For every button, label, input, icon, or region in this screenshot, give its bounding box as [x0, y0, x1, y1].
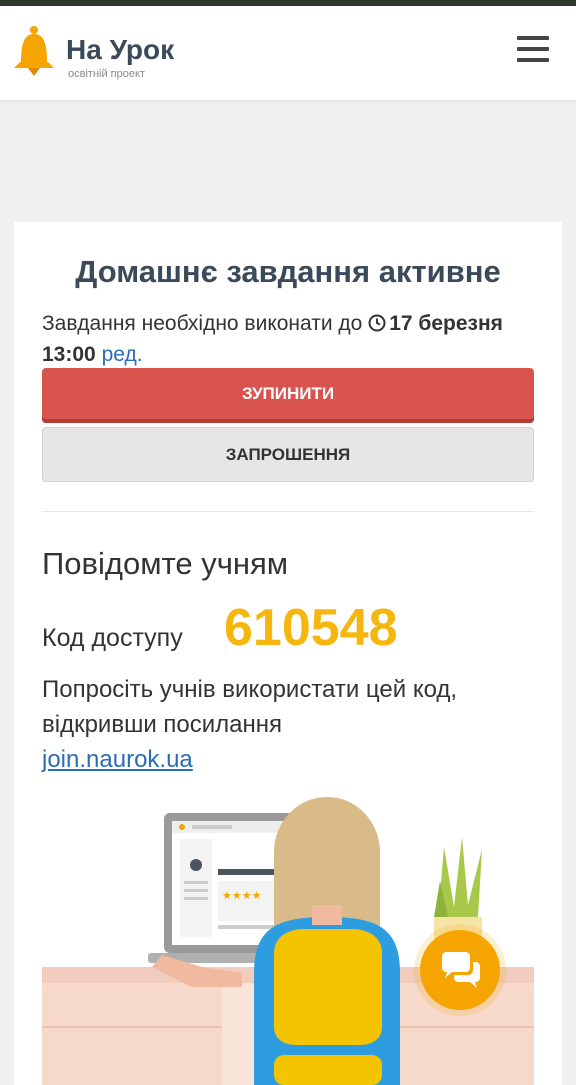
bell-logo-icon: [14, 26, 54, 76]
join-link[interactable]: join.naurok.ua: [42, 744, 193, 776]
deadline-date: 17 березня: [389, 312, 503, 335]
deadline-prefix: Завдання необхідно виконати до: [42, 312, 363, 335]
homework-status-title: Домашнє завдання активне: [75, 254, 501, 289]
site-subtitle: освітній проект: [68, 68, 145, 80]
edit-deadline-link[interactable]: ред.: [102, 343, 143, 366]
deadline-text: Завдання необхідно виконати до 17 березн…: [42, 308, 542, 370]
section-divider: [42, 511, 534, 512]
rating-stars-text: ★★★★: [222, 889, 262, 902]
chat-bubbles-icon[interactable]: [420, 930, 500, 1010]
deadline-time: 13:00: [42, 343, 96, 366]
site-title[interactable]: На Урок: [66, 34, 174, 66]
invite-button[interactable]: ЗАПРОШЕННЯ: [42, 427, 534, 482]
stop-button[interactable]: ЗУПИНИТИ: [42, 368, 534, 423]
site-header: На Урок освітній проект: [0, 6, 576, 100]
chat-icon-graphic: [442, 952, 480, 988]
clock-icon: [368, 314, 386, 332]
access-code-value: 610548: [224, 599, 398, 657]
share-instructions: Попросіть учнів використати цей код, від…: [42, 676, 458, 738]
access-code-label: Код доступу: [42, 624, 183, 652]
hamburger-menu-icon[interactable]: [514, 32, 552, 66]
share-title: Повідомте учням: [42, 546, 289, 581]
